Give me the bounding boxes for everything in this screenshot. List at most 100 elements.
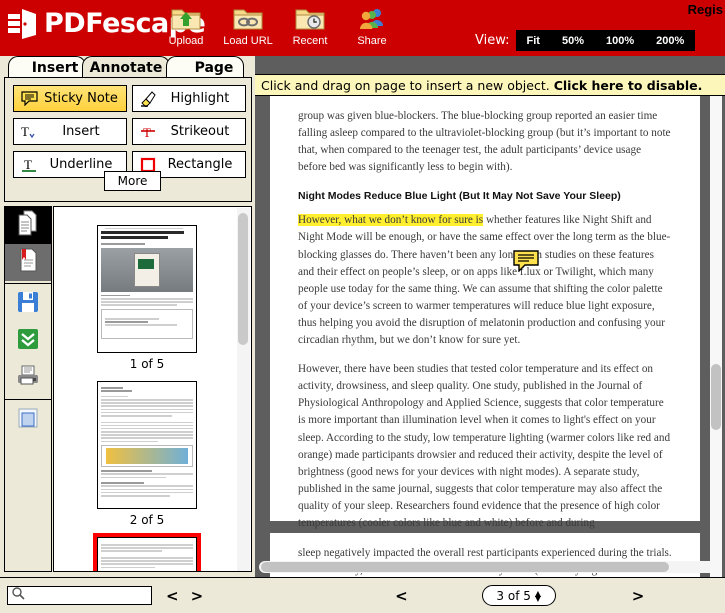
thumbnail-scrollbar[interactable] — [237, 208, 250, 572]
more-tools-button[interactable]: More — [104, 171, 161, 191]
document-horizontal-scrollbar[interactable] — [259, 561, 719, 573]
print-icon — [16, 365, 40, 392]
thumbnail-scrollbar-thumb[interactable] — [238, 213, 248, 345]
svg-text:T: T — [143, 125, 151, 140]
thumbnail-caption: 2 of 5 — [97, 513, 197, 527]
share-button[interactable]: Share — [341, 3, 403, 47]
new-window-button[interactable] — [5, 402, 51, 439]
search-icon — [11, 586, 25, 605]
new-window-icon — [18, 408, 38, 433]
load-url-button[interactable]: Load URL — [217, 3, 279, 47]
print-button[interactable] — [5, 360, 51, 397]
highlighter-icon — [133, 90, 163, 107]
status-bar: < > < 3 of 5 ▲▼ > — [0, 577, 725, 613]
highlight-button[interactable]: Highlight — [132, 85, 246, 112]
share-label: Share — [341, 35, 403, 47]
search-box[interactable] — [7, 586, 152, 605]
paragraph: However, there have been studies that te… — [298, 361, 672, 532]
thumbnail-item[interactable]: 2 of 5 — [97, 381, 197, 527]
view-option-fit[interactable]: Fit — [516, 35, 551, 47]
app-header: PDFescape Upload Load URL — [0, 0, 725, 56]
page-indicator-label: 3 of 5 — [496, 589, 530, 603]
upload-button[interactable]: Upload — [155, 3, 217, 47]
bookmarks-panel-button[interactable] — [5, 244, 51, 281]
insert-object-notice[interactable]: Click and drag on page to insert a new o… — [255, 74, 725, 96]
tab-annotate[interactable]: Annotate — [82, 56, 170, 78]
thumbnail-item[interactable]: 1 of 5 — [97, 225, 197, 371]
svg-text:T: T — [21, 124, 29, 139]
icon-strip-divider-1 — [5, 283, 51, 284]
next-page-button[interactable]: > — [626, 587, 651, 605]
underline-label: Underline — [44, 157, 126, 172]
pdf-page-current[interactable]: group was given blue-blockers. The blue-… — [270, 96, 700, 521]
strikeout-button[interactable]: T Strikeout — [132, 118, 246, 145]
sticky-note-label: Sticky Note — [44, 91, 126, 106]
view-options: Fit 50% 100% 200% — [516, 30, 696, 51]
svg-text:T: T — [24, 157, 32, 172]
thumbnail-page-3-selected[interactable] — [97, 537, 197, 572]
insert-text-button[interactable]: T Insert — [13, 118, 127, 145]
strikeout-icon: T — [133, 124, 163, 140]
pages-panel-button[interactable] — [5, 207, 51, 244]
view-option-50[interactable]: 50% — [551, 35, 595, 47]
highlighted-text: However, what we don’t know for sure is — [298, 214, 483, 226]
thumbnail-panel[interactable]: 1 of 5 — [53, 206, 252, 572]
upload-label: Upload — [155, 35, 217, 47]
document-vertical-scrollbar-thumb[interactable] — [711, 364, 721, 430]
folder-upload-icon — [155, 5, 217, 33]
folder-clock-icon — [279, 5, 341, 33]
search-next-button[interactable]: > — [185, 587, 210, 605]
sidebar-icon-strip — [4, 206, 52, 572]
thumbnail-page-1[interactable] — [97, 225, 197, 353]
prev-page-button[interactable]: < — [389, 587, 414, 605]
icon-strip-divider-2 — [5, 399, 51, 400]
paragraph: group was given blue-blockers. The blue-… — [298, 108, 672, 176]
document-vertical-scrollbar[interactable] — [710, 96, 722, 577]
thumbnail-item[interactable]: 3 of 5 — [97, 537, 197, 572]
page-spinner-icon[interactable]: ▲▼ — [535, 591, 541, 601]
thumbnail-list: 1 of 5 — [54, 207, 240, 572]
sticky-note-cursor-icon — [513, 250, 540, 272]
thumbnail-image — [101, 248, 193, 292]
header-toolbar: Upload Load URL — [155, 3, 403, 47]
document-viewer: Click and drag on page to insert a new o… — [255, 56, 725, 577]
panel-tabs: Insert Annotate Page — [0, 56, 255, 78]
search-prev-button[interactable]: < — [160, 587, 185, 605]
paragraph-rest: whether features like Night Shift and Ni… — [298, 214, 670, 346]
page-indicator[interactable]: 3 of 5 ▲▼ — [482, 585, 556, 606]
bookmark-icon — [17, 247, 39, 278]
annotate-tool-grid: Sticky Note Highlight T — [13, 85, 246, 178]
tab-insert[interactable]: Insert — [8, 56, 86, 78]
left-panel: Insert Annotate Page Sticky Note — [0, 56, 255, 577]
register-link[interactable]: Regis — [688, 2, 723, 17]
insert-text-label: Insert — [44, 124, 126, 139]
save-icon — [17, 291, 39, 318]
section-heading: Night Modes Reduce Blue Light (But It Ma… — [298, 190, 672, 202]
sticky-note-button[interactable]: Sticky Note — [13, 85, 127, 112]
download-icon — [17, 328, 39, 355]
view-option-200[interactable]: 200% — [645, 35, 695, 47]
rectangle-label: Rectangle — [163, 157, 245, 172]
load-url-label: Load URL — [217, 35, 279, 47]
save-button[interactable] — [5, 286, 51, 323]
highlight-label: Highlight — [163, 91, 245, 106]
sticky-note-icon — [14, 91, 44, 106]
thumbnail-caption: 1 of 5 — [97, 357, 197, 371]
logo-pdf: PDF — [44, 8, 102, 39]
download-button[interactable] — [5, 323, 51, 360]
view-option-100[interactable]: 100% — [595, 35, 645, 47]
people-share-icon — [341, 5, 403, 33]
recent-button[interactable]: Recent — [279, 3, 341, 47]
paragraph-highlighted: However, what we don’t know for sure is … — [298, 212, 672, 349]
document-horizontal-scrollbar-thumb[interactable] — [261, 562, 669, 572]
insert-text-icon: T — [14, 124, 44, 140]
tab-page[interactable]: Page — [166, 56, 244, 78]
notice-disable-link[interactable]: Click here to disable. — [554, 78, 703, 93]
pages-icon — [16, 210, 40, 241]
strikeout-label: Strikeout — [163, 124, 245, 139]
annotate-tool-panel: Sticky Note Highlight T — [4, 77, 252, 202]
thumbnail-page-2[interactable] — [97, 381, 197, 509]
search-input[interactable] — [25, 590, 145, 602]
pdfescape-logo-icon — [8, 8, 38, 40]
recent-label: Recent — [279, 35, 341, 47]
